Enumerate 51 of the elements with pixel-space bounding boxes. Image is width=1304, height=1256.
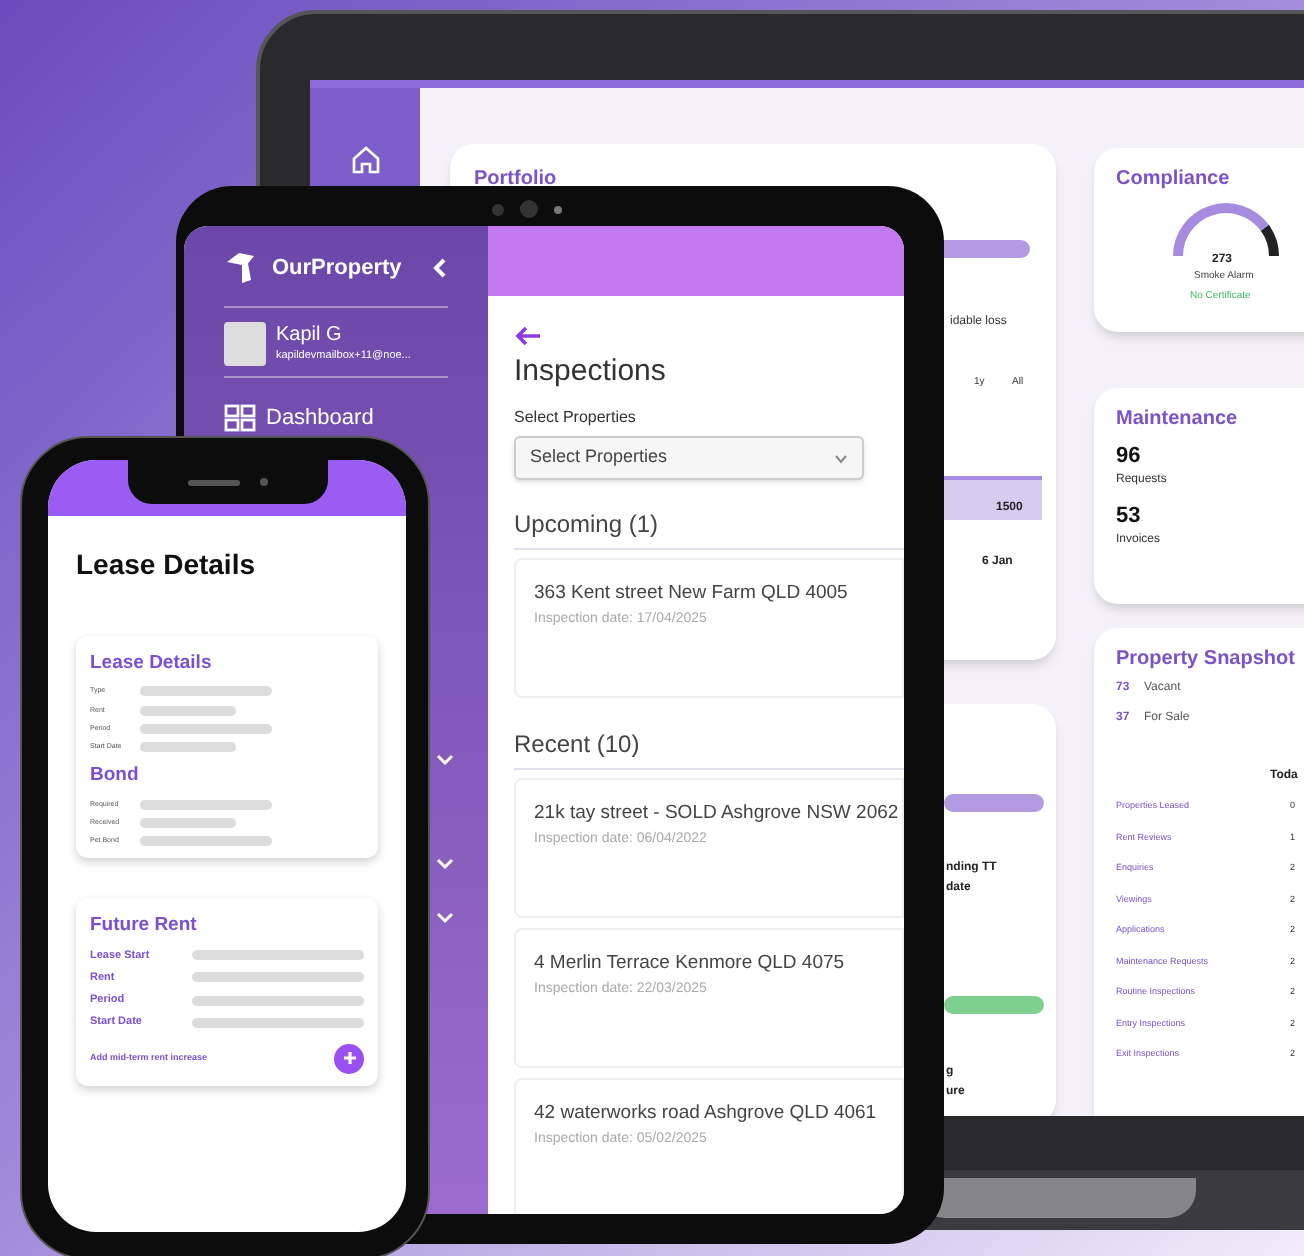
grid-icon xyxy=(224,404,256,433)
expand-button[interactable] xyxy=(436,912,454,924)
chevron-down-icon xyxy=(834,453,848,463)
expand-button[interactable] xyxy=(436,754,454,766)
skeleton-bar xyxy=(140,686,272,697)
plus-icon xyxy=(341,1050,357,1066)
chevron-down-icon xyxy=(436,858,454,870)
logo-icon xyxy=(224,250,260,286)
section-heading: Recent (10) xyxy=(514,728,642,762)
address-text: 21k tay street - SOLD Ashgrove NSW 2062 xyxy=(534,800,901,828)
card-title: Property Snapshot xyxy=(1116,646,1295,674)
page-title: Lease Details xyxy=(76,546,257,584)
skeleton-bar xyxy=(140,742,236,753)
placeholder-text: Select Properties xyxy=(530,444,668,471)
chevron-down-icon xyxy=(436,912,454,924)
card-title: Compliance xyxy=(1116,166,1230,194)
address-text: 363 Kent street New Farm QLD 4005 xyxy=(534,580,850,608)
section-heading: Lease Details xyxy=(90,650,214,678)
section-heading: Future Rent xyxy=(90,912,199,941)
back-arrow-icon xyxy=(514,326,542,346)
card-title: Portfolio xyxy=(474,166,557,194)
address-text: 4 Merlin Terrace Kenmore QLD 4075 xyxy=(534,950,847,978)
nav-item[interactable]: Dashboard xyxy=(224,402,448,435)
section-heading: Upcoming (1) xyxy=(514,508,661,542)
skeleton-bar xyxy=(140,817,236,828)
page-title: Inspections xyxy=(514,354,668,390)
avatar-placeholder xyxy=(224,322,266,366)
address-text: 42 waterworks road Ashgrove QLD 4061 xyxy=(534,1100,879,1128)
field-label: Select Properties xyxy=(514,406,638,430)
user-name: Kapil G xyxy=(276,324,344,348)
skeleton-bar xyxy=(140,836,272,847)
skeleton-bar xyxy=(140,705,236,716)
chevron-left-icon xyxy=(432,258,448,278)
stat-value: 53 xyxy=(1116,502,1141,532)
skeleton-bar xyxy=(140,723,272,734)
brand-name: OurProperty xyxy=(272,253,402,284)
card-title: Maintenance xyxy=(1116,406,1238,434)
camera-lens xyxy=(259,478,267,486)
expand-button[interactable] xyxy=(436,858,454,870)
add-button[interactable] xyxy=(334,1043,364,1073)
stat-value: 96 xyxy=(1116,442,1141,472)
chevron-down-icon xyxy=(436,754,454,766)
speaker-grille xyxy=(187,479,239,485)
camera-lens xyxy=(520,200,538,218)
skeleton-bar xyxy=(140,799,272,810)
gauge-track xyxy=(1260,225,1279,257)
back-button[interactable] xyxy=(514,326,542,346)
select-field[interactable]: Select Properties xyxy=(514,436,864,480)
home-icon xyxy=(349,144,381,176)
section-heading: Bond xyxy=(90,762,141,791)
collapse-button[interactable] xyxy=(432,258,448,278)
